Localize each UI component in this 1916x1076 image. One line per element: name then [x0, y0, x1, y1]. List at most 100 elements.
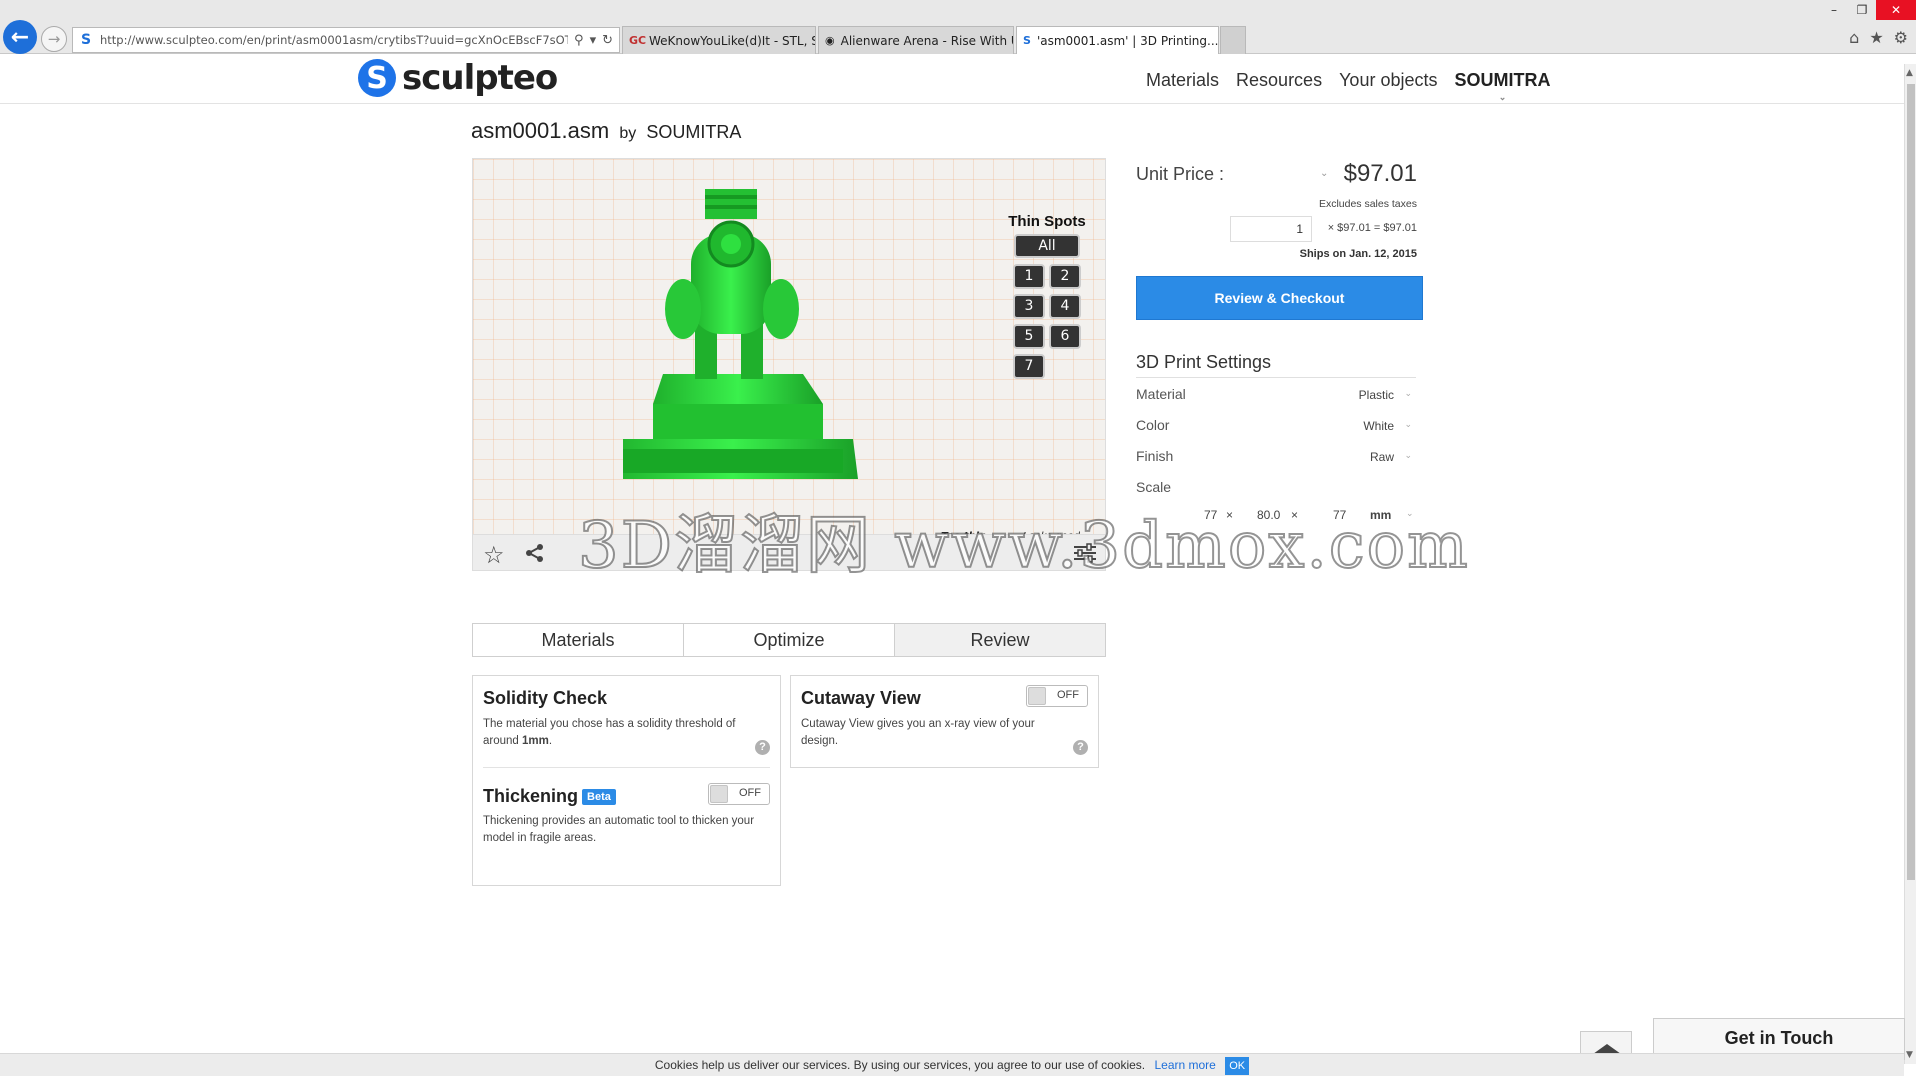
scrollbar-thumb[interactable]	[1907, 84, 1915, 880]
cutaway-toggle[interactable]: OFF	[1026, 685, 1088, 707]
share-icon[interactable]	[525, 543, 545, 563]
help-icon[interactable]: ?	[1073, 740, 1088, 755]
forward-button[interactable]: →	[41, 26, 67, 52]
favorites-star-icon[interactable]: ★	[1869, 28, 1883, 47]
tax-note: Excludes sales taxes	[1318, 198, 1417, 210]
chevron-down-icon: ⌄	[1404, 419, 1412, 429]
chevron-down-icon: ⌄	[1404, 388, 1412, 398]
main-nav: Materials Resources Your objects SOUMITR…	[1146, 70, 1551, 102]
price-panel: Unit Price : ⌄ $97.01 Excludes sales tax…	[1136, 160, 1423, 532]
setting-material[interactable]: Material Plastic ⌄	[1136, 378, 1416, 409]
scale-y[interactable]: 80.0	[1257, 508, 1280, 522]
thin-spots-title: Thin Spots	[1008, 213, 1086, 230]
page-scrollbar[interactable]: ▲ ▼	[1904, 64, 1916, 1064]
product-title: asm0001.asm by SOUMITRA	[471, 118, 741, 144]
thin-spot-button[interactable]: 7	[1013, 354, 1045, 379]
setting-label: Color	[1136, 417, 1170, 433]
nav-resources[interactable]: Resources	[1236, 70, 1322, 91]
solidity-threshold: 1mm	[522, 735, 549, 747]
sliders-icon[interactable]	[1073, 543, 1097, 563]
setting-scale: Scale	[1136, 471, 1416, 502]
thin-spot-button[interactable]: 6	[1049, 324, 1081, 349]
print-settings-title: 3D Print Settings	[1136, 352, 1416, 378]
tab-optimize[interactable]: Optimize	[684, 624, 895, 656]
review-checkout-button[interactable]: Review & Checkout	[1136, 276, 1423, 320]
thickening-toggle[interactable]: OFF	[708, 783, 770, 805]
gear-icon[interactable]: ⚙	[1894, 28, 1908, 47]
toggle-label: OFF	[1057, 689, 1079, 701]
sculpteo-logo-icon: S	[358, 59, 396, 97]
solidity-title: Solidity Check	[483, 688, 608, 708]
thin-spot-button[interactable]: 3	[1013, 294, 1045, 319]
browser-tab-alienware[interactable]: ◉ Alienware Arena - Rise With Us	[818, 26, 1014, 54]
solidity-card: Solidity Check The material you chose ha…	[472, 675, 781, 886]
restore-icon[interactable]: ❐	[1848, 0, 1876, 20]
beta-badge: Beta	[582, 789, 616, 806]
chevron-down-icon: ⌄	[1406, 508, 1414, 518]
thin-spots-panel: Thin Spots All 1 2 3 4 5 6 7	[1007, 213, 1087, 379]
browser-tab-sculpteo[interactable]: S 'asm0001.asm' | 3D Printing... ×	[1016, 26, 1219, 54]
owner-name[interactable]: SOUMITRA	[646, 122, 741, 142]
price-calculation: × $97.01 = $97.01	[1327, 222, 1417, 234]
viewer-toolbar: ☆	[473, 534, 1105, 570]
tab-label: WeKnowYouLike(d)It - STL, ST...	[649, 33, 815, 48]
unit-price-value: $97.01	[1343, 160, 1417, 187]
setting-color[interactable]: Color White ⌄	[1136, 409, 1416, 440]
browser-tab-weknowyoulike[interactable]: GC WeKnowYouLike(d)It - STL, ST...	[622, 26, 816, 54]
model-viewer[interactable]: Thin Spots All 1 2 3 4 5 6 7 5cm 2in Too…	[472, 158, 1106, 571]
user-menu[interactable]: SOUMITRA ⌄	[1454, 70, 1551, 102]
setting-label: Scale	[1136, 479, 1172, 495]
tab-label: 'asm0001.asm' | 3D Printing...	[1036, 33, 1219, 48]
help-icon[interactable]: ?	[755, 740, 770, 755]
nav-materials[interactable]: Materials	[1146, 70, 1219, 91]
home-icon[interactable]: ⌂	[1849, 28, 1859, 47]
thin-spot-button[interactable]: 2	[1049, 264, 1081, 289]
chevron-down-icon: ⌄	[1498, 92, 1507, 102]
solidity-text: The material you chose has a solidity th…	[483, 718, 736, 747]
address-bar[interactable]: S http://www.sculpteo.com/en/print/asm00…	[72, 27, 620, 53]
ship-date: Ships on Jan. 12, 2015	[1299, 248, 1417, 260]
favorite-star-icon[interactable]: ☆	[483, 541, 505, 569]
cookie-ok-button[interactable]: OK	[1225, 1057, 1250, 1075]
minimize-icon[interactable]: –	[1820, 0, 1848, 20]
cutaway-card: Cutaway View OFF Cutaway View gives you …	[790, 675, 1099, 768]
thin-spot-button[interactable]: 4	[1049, 294, 1081, 319]
chevron-down-icon[interactable]: ⌄	[1320, 168, 1328, 179]
tab-materials[interactable]: Materials	[473, 624, 684, 656]
setting-value: White	[1363, 419, 1394, 433]
learn-more-link[interactable]: Learn more	[1154, 1058, 1215, 1072]
dropdown-icon[interactable]: ▾	[590, 33, 597, 48]
back-button[interactable]: ←	[3, 20, 37, 54]
cookie-text: Cookies help us deliver our services. By…	[654, 1058, 1146, 1072]
scale-z[interactable]: 77	[1333, 508, 1346, 522]
cookie-bar: Cookies help us deliver our services. By…	[0, 1053, 1904, 1076]
thin-spot-all-button[interactable]: All	[1014, 234, 1080, 258]
user-name: SOUMITRA	[1454, 70, 1551, 90]
3d-model-preview[interactable]	[623, 189, 933, 534]
scroll-up-icon[interactable]: ▲	[1906, 68, 1913, 78]
cutaway-title: Cutaway View	[801, 688, 921, 708]
search-icon[interactable]: ⚲	[574, 33, 584, 48]
scale-unit[interactable]: mm	[1370, 508, 1391, 522]
tab-review[interactable]: Review	[895, 624, 1105, 656]
scale-x[interactable]: 77	[1204, 508, 1217, 522]
toggle-label: OFF	[739, 787, 761, 799]
scale-values[interactable]: 77 × 80.0 × 77 mm ⌄	[1136, 502, 1416, 532]
nav-your-objects[interactable]: Your objects	[1339, 70, 1437, 91]
window-close-icon[interactable]: ✕	[1876, 0, 1916, 20]
thin-spot-button[interactable]: 1	[1013, 264, 1045, 289]
setting-finish[interactable]: Finish Raw ⌄	[1136, 440, 1416, 471]
quantity-input[interactable]: 1	[1230, 216, 1312, 242]
alienware-icon: ◉	[825, 34, 835, 47]
cutaway-text: Cutaway View gives you an x-ray view of …	[801, 718, 1035, 747]
tab-favicon-icon: GC	[629, 34, 647, 47]
new-tab-button[interactable]	[1220, 26, 1246, 54]
scroll-down-icon[interactable]: ▼	[1906, 1050, 1913, 1060]
times-sign: ×	[1226, 508, 1234, 522]
sculpteo-logo[interactable]: S sculpteo	[358, 58, 558, 98]
thin-spot-button[interactable]: 5	[1013, 324, 1045, 349]
setting-value: Raw	[1369, 450, 1394, 464]
refresh-icon[interactable]: ↻	[602, 33, 613, 48]
unit-price-label: Unit Price :	[1136, 164, 1225, 184]
thickening-title: Thickening Beta	[483, 786, 616, 807]
